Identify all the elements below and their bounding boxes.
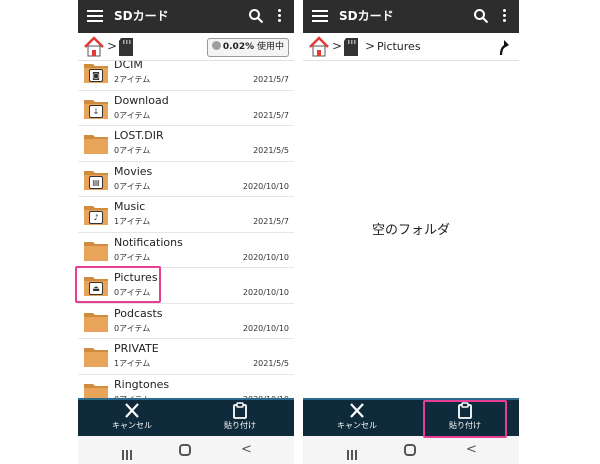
folder-name: Download bbox=[114, 93, 169, 107]
home-button-icon[interactable] bbox=[404, 444, 416, 456]
phone-screen-pictures: SDカード > > Pictures 空のフォルダ キャンセル 貼り付け < bbox=[303, 0, 519, 464]
back-icon[interactable]: < bbox=[466, 443, 477, 457]
folder-row[interactable]: LOST.DIR 0アイテム 2021/5/5 bbox=[78, 126, 294, 162]
folder-name: PRIVATE bbox=[114, 342, 159, 355]
modified-date: 2020/10/10 bbox=[242, 288, 289, 297]
app-bar: SDカード bbox=[78, 0, 294, 33]
paste-label: 貼り付け bbox=[224, 421, 256, 430]
item-count: 0アイテム bbox=[114, 323, 151, 333]
close-icon bbox=[125, 403, 139, 418]
clipboard-icon bbox=[233, 402, 247, 419]
path-bar: > > Pictures bbox=[303, 33, 519, 61]
paste-label: 貼り付け bbox=[449, 421, 481, 430]
search-icon[interactable] bbox=[248, 8, 264, 24]
clipboard-icon bbox=[458, 402, 472, 419]
modified-date: 2021/5/7 bbox=[253, 110, 289, 120]
item-count: 2アイテム bbox=[114, 75, 151, 84]
action-bar: キャンセル 貼り付け bbox=[303, 398, 519, 436]
modified-date: 2021/5/7 bbox=[253, 217, 289, 226]
menu-icon[interactable] bbox=[312, 8, 328, 24]
paste-button[interactable]: 貼り付け bbox=[411, 402, 519, 436]
music-icon: ♪ bbox=[89, 211, 103, 224]
home-icon[interactable] bbox=[83, 36, 105, 58]
sd-card-icon[interactable] bbox=[118, 37, 134, 57]
search-icon[interactable] bbox=[473, 8, 489, 24]
folder-row[interactable]: Ringtones0アイテム2020/10/10 bbox=[78, 375, 294, 398]
folder-name: Podcasts bbox=[114, 306, 163, 320]
path-separator: > bbox=[332, 39, 343, 53]
path-separator: > bbox=[365, 39, 376, 53]
cancel-label: キャンセル bbox=[112, 421, 152, 430]
storage-usage-badge[interactable]: 0.02% 使用中 bbox=[206, 38, 289, 57]
more-options-icon[interactable] bbox=[498, 8, 510, 24]
camera-icon: ◙ bbox=[89, 69, 103, 82]
folder-row[interactable]: PRIVATE 1アイテム 2021/5/5 bbox=[78, 339, 294, 375]
app-title: SDカード bbox=[114, 9, 169, 23]
folder-name: Movies bbox=[114, 164, 153, 178]
action-bar: キャンセル 貼り付け bbox=[78, 398, 294, 436]
modified-date: 2021/5/5 bbox=[253, 359, 289, 368]
item-count: 0アイテム bbox=[114, 288, 151, 297]
app-title: SDカード bbox=[339, 9, 394, 23]
cancel-label: キャンセル bbox=[337, 421, 377, 430]
home-icon[interactable] bbox=[308, 36, 330, 58]
item-count: 1アイテム bbox=[114, 359, 151, 368]
usage-pie-icon bbox=[211, 41, 221, 50]
back-icon[interactable]: < bbox=[241, 443, 252, 457]
breadcrumb-current[interactable]: Pictures bbox=[377, 40, 421, 54]
item-count: 0アイテム bbox=[114, 110, 151, 120]
modified-date: 2020/10/10 bbox=[242, 323, 289, 333]
folder-icon bbox=[84, 383, 108, 398]
folder-icon bbox=[84, 135, 108, 154]
folder-name: Music bbox=[114, 200, 146, 213]
item-count: 0アイテム bbox=[114, 252, 151, 262]
item-count: 1アイテム bbox=[114, 217, 151, 226]
film-icon: ▤ bbox=[89, 175, 103, 189]
modified-date: 2020/10/10 bbox=[242, 181, 289, 191]
paste-button[interactable]: 貼り付け bbox=[186, 402, 294, 436]
more-options-icon[interactable] bbox=[273, 8, 285, 24]
folder-icon bbox=[84, 312, 108, 332]
folder-row[interactable]: ↓ Download 0アイテム 2021/5/7 bbox=[78, 91, 294, 126]
folder-row[interactable]: Notifications 0アイテム 2020/10/10 bbox=[78, 233, 294, 268]
system-nav-bar: < bbox=[303, 436, 519, 464]
folder-icon bbox=[84, 348, 108, 367]
cancel-button[interactable]: キャンセル bbox=[303, 402, 411, 436]
folder-row[interactable]: ♪ Music 1アイテム 2021/5/7 bbox=[78, 197, 294, 233]
sd-card-icon[interactable] bbox=[343, 37, 359, 57]
download-icon: ↓ bbox=[89, 104, 103, 118]
system-nav-bar: < bbox=[78, 436, 294, 464]
modified-date: 2020/10/10 bbox=[242, 252, 289, 262]
recent-apps-icon[interactable] bbox=[347, 445, 359, 460]
folder-name: Pictures bbox=[114, 271, 158, 284]
file-list: ◙ DCIM 2アイテム 2021/5/7 ↓ Download 0アイテム 2021/5/7… bbox=[78, 61, 294, 398]
menu-icon[interactable] bbox=[87, 8, 103, 24]
path-separator: > bbox=[107, 39, 118, 53]
folder-icon bbox=[84, 241, 108, 261]
up-arrow-icon[interactable] bbox=[497, 38, 511, 56]
folder-row[interactable]: ▤ Movies 0アイテム 2020/10/10 bbox=[78, 162, 294, 197]
home-button-icon[interactable] bbox=[179, 444, 191, 456]
usage-label: 使用中 bbox=[256, 42, 284, 52]
picture-icon: ⏏ bbox=[89, 282, 103, 295]
modified-date: 2021/5/5 bbox=[253, 146, 289, 155]
modified-date: 2021/5/7 bbox=[253, 75, 289, 84]
close-icon bbox=[350, 403, 364, 418]
phone-screen-folder-list: SDカード > 0.02% 使用中 ◙ DCIM 2アイテム 2021/5/7 ↓ Dow… bbox=[78, 0, 294, 464]
folder-row[interactable]: ◙ DCIM 2アイテム 2021/5/7 bbox=[78, 61, 294, 91]
item-count: 0アイテム bbox=[114, 181, 151, 191]
folder-name: DCIM bbox=[114, 61, 143, 71]
folder-row[interactable]: Podcasts 0アイテム 2020/10/10 bbox=[78, 304, 294, 339]
folder-name: LOST.DIR bbox=[114, 129, 164, 142]
empty-folder-message: 空のフォルダ bbox=[371, 223, 450, 238]
usage-percent: 0.02% bbox=[222, 42, 255, 52]
cancel-button[interactable]: キャンセル bbox=[78, 402, 186, 436]
folder-name: Notifications bbox=[114, 235, 183, 249]
folder-row[interactable]: ⏏ Pictures 0アイテム 2020/10/10 bbox=[78, 268, 294, 304]
folder-name: Ringtones bbox=[114, 377, 170, 391]
path-bar: > 0.02% 使用中 bbox=[78, 33, 294, 61]
recent-apps-icon[interactable] bbox=[122, 445, 134, 460]
app-bar: SDカード bbox=[303, 0, 519, 33]
item-count: 0アイテム bbox=[114, 146, 151, 155]
